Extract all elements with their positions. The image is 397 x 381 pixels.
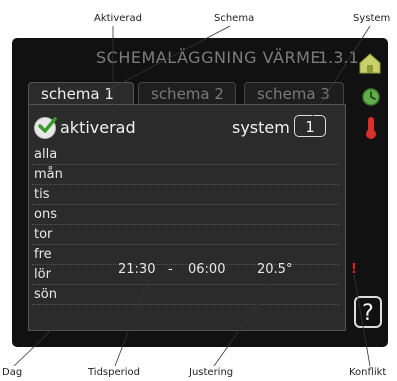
menu-code: 1.3.1 (318, 48, 359, 67)
temperature-adjustment[interactable]: 20.5° (257, 262, 292, 277)
activated-label: aktiverad (60, 118, 136, 137)
day-row[interactable]: alla (32, 145, 340, 165)
system-selector[interactable]: 1 (294, 115, 326, 137)
help-button[interactable]: ? (354, 296, 382, 328)
day-row[interactable]: lör (32, 265, 340, 285)
activated-checkbox[interactable] (34, 117, 57, 139)
day-label: ons (34, 207, 57, 222)
tab-schema-3[interactable]: schema 3 (244, 82, 344, 104)
annotation-system: System (353, 13, 391, 24)
day-label: alla (34, 147, 58, 162)
system-label: system (232, 118, 290, 137)
day-label: tis (34, 187, 50, 202)
day-row[interactable]: tis (32, 185, 340, 205)
annotation-justering: Justering (189, 367, 234, 378)
checkmark-icon (38, 117, 57, 133)
time-start[interactable]: 21:30 (118, 262, 155, 277)
day-row[interactable]: mån (32, 165, 340, 185)
house-icon[interactable] (358, 52, 382, 74)
day-row[interactable]: tor (32, 225, 340, 245)
thermometer-icon[interactable] (364, 116, 378, 140)
screen-title: SCHEMALÄGGNING VÄRME (96, 48, 321, 67)
day-label: mån (34, 167, 63, 182)
day-row[interactable]: ons (32, 205, 340, 225)
annotation-schema: Schema (214, 13, 255, 24)
day-label: lör (34, 267, 51, 282)
day-label: fre (34, 247, 52, 262)
annotation-konflikt: Konflikt (349, 367, 387, 378)
tab-schema-2[interactable]: schema 2 (138, 82, 236, 104)
time-end[interactable]: 06:00 (188, 262, 225, 277)
annotation-tidsperiod: Tidsperiod (88, 367, 140, 378)
time-separator: - (168, 262, 173, 277)
day-row[interactable]: sön (32, 285, 340, 305)
day-label: sön (34, 287, 57, 302)
day-row[interactable]: fre (32, 245, 340, 265)
annotation-dag: Dag (2, 367, 23, 378)
day-label: tor (34, 227, 53, 242)
tab-schema-1[interactable]: schema 1 (28, 82, 134, 104)
clock-icon[interactable] (361, 87, 381, 107)
annotation-aktiverad: Aktiverad (94, 13, 142, 24)
conflict-marker: ! (351, 262, 357, 277)
